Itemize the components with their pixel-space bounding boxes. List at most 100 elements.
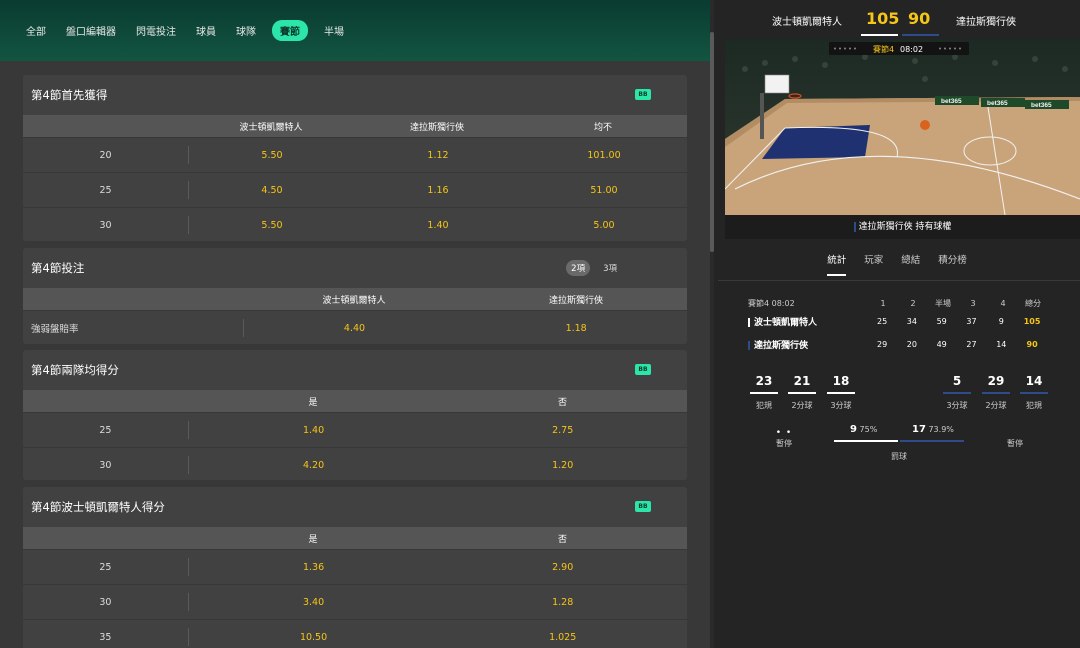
tab-all[interactable]: 全部 — [22, 20, 50, 41]
stat-label: 犯規 — [1026, 401, 1042, 410]
odds-button[interactable]: 2.90 — [438, 562, 687, 573]
odds-button[interactable]: 4.20 — [189, 460, 439, 471]
home-ft-value: 9 — [850, 424, 857, 435]
box-score-table: 賽節4 08:02 1 2 半場 3 4 總分 波士頓凱爾特人 25 34 59… — [748, 296, 1048, 356]
home-score: 105 — [866, 9, 900, 28]
tab-instant-bet[interactable]: 閃電投注 — [132, 20, 180, 41]
market-celtics-score: 第4節波士頓凱爾特人得分 BB 是 否 25 1.36 2.90 30 3.40… — [23, 487, 687, 648]
market-title: 第4節投注 — [31, 261, 85, 275]
odds-button[interactable]: 1.40 — [189, 425, 439, 436]
column-header: 否 — [557, 397, 567, 408]
column-headers: 是 否 — [23, 390, 687, 412]
odds-button[interactable]: 1.40 — [355, 220, 521, 231]
odds-button[interactable]: 1.12 — [355, 150, 521, 161]
possession-banner: 達拉斯獨行俠 持有球權 — [725, 215, 1080, 239]
odds-button[interactable]: 3.40 — [189, 597, 439, 608]
odds-button[interactable]: 4.50 — [189, 185, 355, 196]
market-title: 第4節兩隊均得分 — [31, 363, 119, 377]
away-stat: 29 2分球 — [982, 374, 1010, 411]
away-ft-pct: 73.9% — [928, 425, 954, 434]
team-name: 波士頓凱爾特人 — [754, 318, 818, 328]
market-header[interactable]: 第4節首先獲得 BB — [23, 75, 687, 115]
odds-button[interactable]: 1.025 — [438, 632, 687, 643]
tab-players[interactable]: 玩家 — [864, 252, 883, 276]
ad-board-text: bet365 — [987, 100, 1008, 107]
row-label: 30 — [99, 459, 112, 471]
stat-label: 犯規 — [756, 401, 772, 410]
clock-label: 賽節4 — [873, 44, 894, 54]
row-label: 25 — [99, 561, 112, 573]
total-score: 90 — [1026, 340, 1038, 349]
column-header: 總分 — [1025, 298, 1041, 308]
odds-button[interactable]: 1.16 — [355, 185, 521, 196]
row-label: 35 — [99, 631, 112, 643]
quarter-score: 20 — [906, 340, 917, 349]
away-color-bar — [902, 34, 939, 36]
tab-stats[interactable]: 統計 — [827, 252, 847, 276]
odds-button[interactable]: 2.75 — [438, 425, 687, 436]
bet-builder-badge: BB — [635, 364, 651, 375]
stat-value: 14 — [1020, 374, 1048, 394]
clock-time: 08:02 — [900, 45, 923, 54]
tab-halves[interactable]: 半場 — [320, 20, 348, 41]
away-score: 90 — [908, 9, 931, 28]
column-header: 半場 — [935, 298, 951, 308]
odds-button[interactable]: 4.40 — [244, 323, 466, 334]
scoreboard-header: 波士頓凱爾特人 105 90 達拉斯獨行俠 — [714, 0, 1080, 38]
table-row: 達拉斯獨行俠 29 20 49 27 14 90 — [748, 333, 1048, 356]
tab-summary[interactable]: 總結 — [901, 252, 920, 276]
three-way-tab[interactable]: 3項 — [598, 260, 622, 276]
market-first-to-score: 第4節首先獲得 BB 波士頓凱爾特人 達拉斯獨行俠 均不 20 5.50 1.1… — [23, 75, 687, 241]
stat-value: 18 — [827, 374, 855, 394]
column-header: 否 — [557, 534, 567, 545]
way-toggle: 2項 3項 — [566, 260, 622, 276]
team-name: 達拉斯獨行俠 — [754, 341, 809, 351]
market-title: 第4節首先獲得 — [31, 88, 108, 102]
table-row: 波士頓凱爾特人 25 34 59 37 9 105 — [748, 310, 1048, 333]
odds-button[interactable]: 101.00 — [521, 150, 687, 161]
half-score: 49 — [936, 340, 947, 349]
ad-board-text: bet365 — [1031, 102, 1052, 109]
odds-button[interactable]: 1.20 — [438, 460, 687, 471]
market-header[interactable]: 第4節投注 2項 3項 — [23, 248, 687, 288]
odds-button[interactable]: 10.50 — [189, 632, 439, 643]
quarter-score: 25 — [877, 317, 888, 326]
period-clock: 賽節4 08:02 — [748, 298, 795, 308]
tab-teams[interactable]: 球隊 — [232, 20, 260, 41]
column-header: 波士頓凱爾特人 — [322, 295, 386, 306]
table-row: 25 1.40 2.75 — [23, 412, 687, 447]
odds-button[interactable]: 1.28 — [438, 597, 687, 608]
timeout-dots: • • — [775, 428, 793, 438]
odds-button[interactable]: 5.50 — [189, 150, 355, 161]
quarter-score: 29 — [877, 340, 888, 349]
table-row: 強弱盤賠率 4.40 1.18 — [23, 310, 687, 344]
away-color-marker — [853, 221, 856, 232]
stat-value: 5 — [943, 374, 971, 394]
row-label: 30 — [99, 596, 112, 608]
tab-standings[interactable]: 積分榜 — [938, 252, 967, 276]
odds-button[interactable]: 1.18 — [465, 323, 687, 334]
odds-button[interactable]: 5.00 — [521, 220, 687, 231]
column-header: 波士頓凱爾特人 — [239, 122, 303, 133]
market-header[interactable]: 第4節波士頓凱爾特人得分 BB — [23, 487, 687, 527]
market-header[interactable]: 第4節兩隊均得分 BB — [23, 350, 687, 390]
market-quarter-bet: 第4節投注 2項 3項 波士頓凱爾特人 達拉斯獨行俠 強弱盤賠率 4.40 1.… — [23, 248, 687, 344]
away-stat: 14 犯規 — [1020, 374, 1048, 411]
two-way-tab[interactable]: 2項 — [566, 260, 591, 276]
home-ft-bar — [834, 440, 898, 442]
home-timeouts: • • 暫停 — [772, 428, 796, 449]
odds-button[interactable]: 51.00 — [521, 185, 687, 196]
table-row: 25 4.50 1.16 51.00 — [23, 172, 687, 207]
stat-value: 23 — [750, 374, 778, 394]
tab-quarters[interactable]: 賽節 — [272, 20, 308, 41]
column-header: 1 — [880, 298, 886, 308]
row-label: 25 — [99, 184, 112, 196]
odds-button[interactable]: 1.36 — [189, 562, 439, 573]
home-ft-pct: 75% — [859, 425, 878, 434]
away-timeouts: 暫停 — [1003, 428, 1027, 449]
away-ft-value: 17 — [912, 424, 926, 435]
tab-bet-builder[interactable]: 盤口編輯器 — [62, 20, 120, 41]
odds-button[interactable]: 5.50 — [189, 220, 355, 231]
court-illustration: bet365 bet365 bet365 賽節4 08:02 — [725, 39, 1080, 216]
tab-players[interactable]: 球員 — [192, 20, 220, 41]
